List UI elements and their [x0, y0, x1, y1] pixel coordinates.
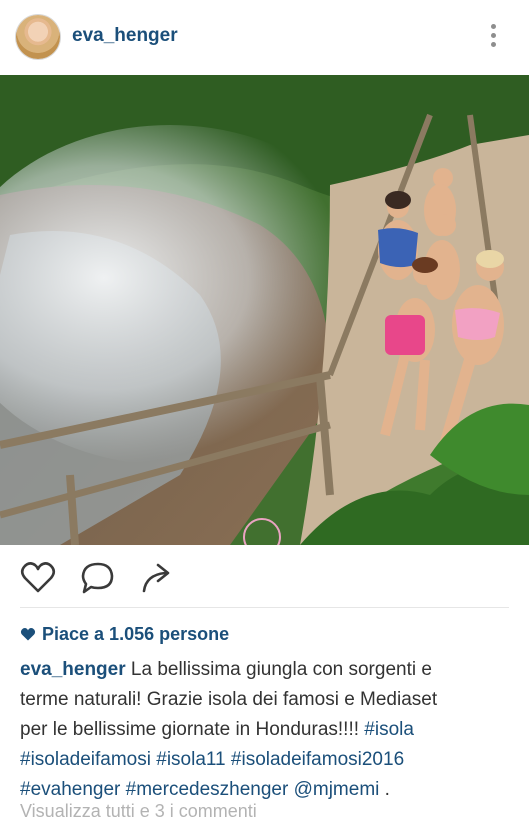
- caption-end: .: [379, 779, 390, 800]
- caption-text-3: per le bellissime giornate in Honduras!!…: [20, 719, 365, 740]
- hashtag[interactable]: #isoladeifamosi: [20, 749, 151, 770]
- caption: eva_henger La bellissima giungla con sor…: [20, 655, 510, 805]
- username[interactable]: eva_henger: [72, 25, 178, 47]
- post-header: eva_henger: [0, 0, 529, 75]
- hashtag[interactable]: #mercedeszhenger: [126, 779, 289, 800]
- view-comments-link[interactable]: Visualizza tutti e 3 i commenti: [20, 801, 257, 822]
- avatar[interactable]: [16, 15, 60, 59]
- caption-text-2: terme naturali! Grazie isola dei famosi …: [20, 689, 438, 710]
- hashtag[interactable]: #isola: [364, 719, 414, 740]
- heart-outline-icon[interactable]: [20, 561, 56, 598]
- mention[interactable]: @mjmemi: [294, 779, 380, 800]
- post-actions: [0, 545, 529, 607]
- hashtag[interactable]: #isoladeifamosi2016: [231, 749, 404, 770]
- caption-username[interactable]: eva_henger: [20, 659, 126, 680]
- post-photo[interactable]: [0, 75, 529, 545]
- hashtag[interactable]: #evahenger: [20, 779, 120, 800]
- heart-filled-icon: [20, 625, 36, 646]
- share-arrow-icon[interactable]: [138, 559, 176, 600]
- likes-text: Piace a 1.056 persone: [42, 624, 230, 644]
- caption-text-1: La bellissima giungla con sorgenti e: [130, 659, 432, 680]
- hashtag[interactable]: #isola11: [156, 749, 225, 770]
- divider: [20, 607, 509, 608]
- likes-count[interactable]: Piace a 1.056 persone: [20, 624, 229, 646]
- comment-bubble-icon[interactable]: [80, 561, 116, 600]
- more-vertical-icon[interactable]: [485, 24, 501, 50]
